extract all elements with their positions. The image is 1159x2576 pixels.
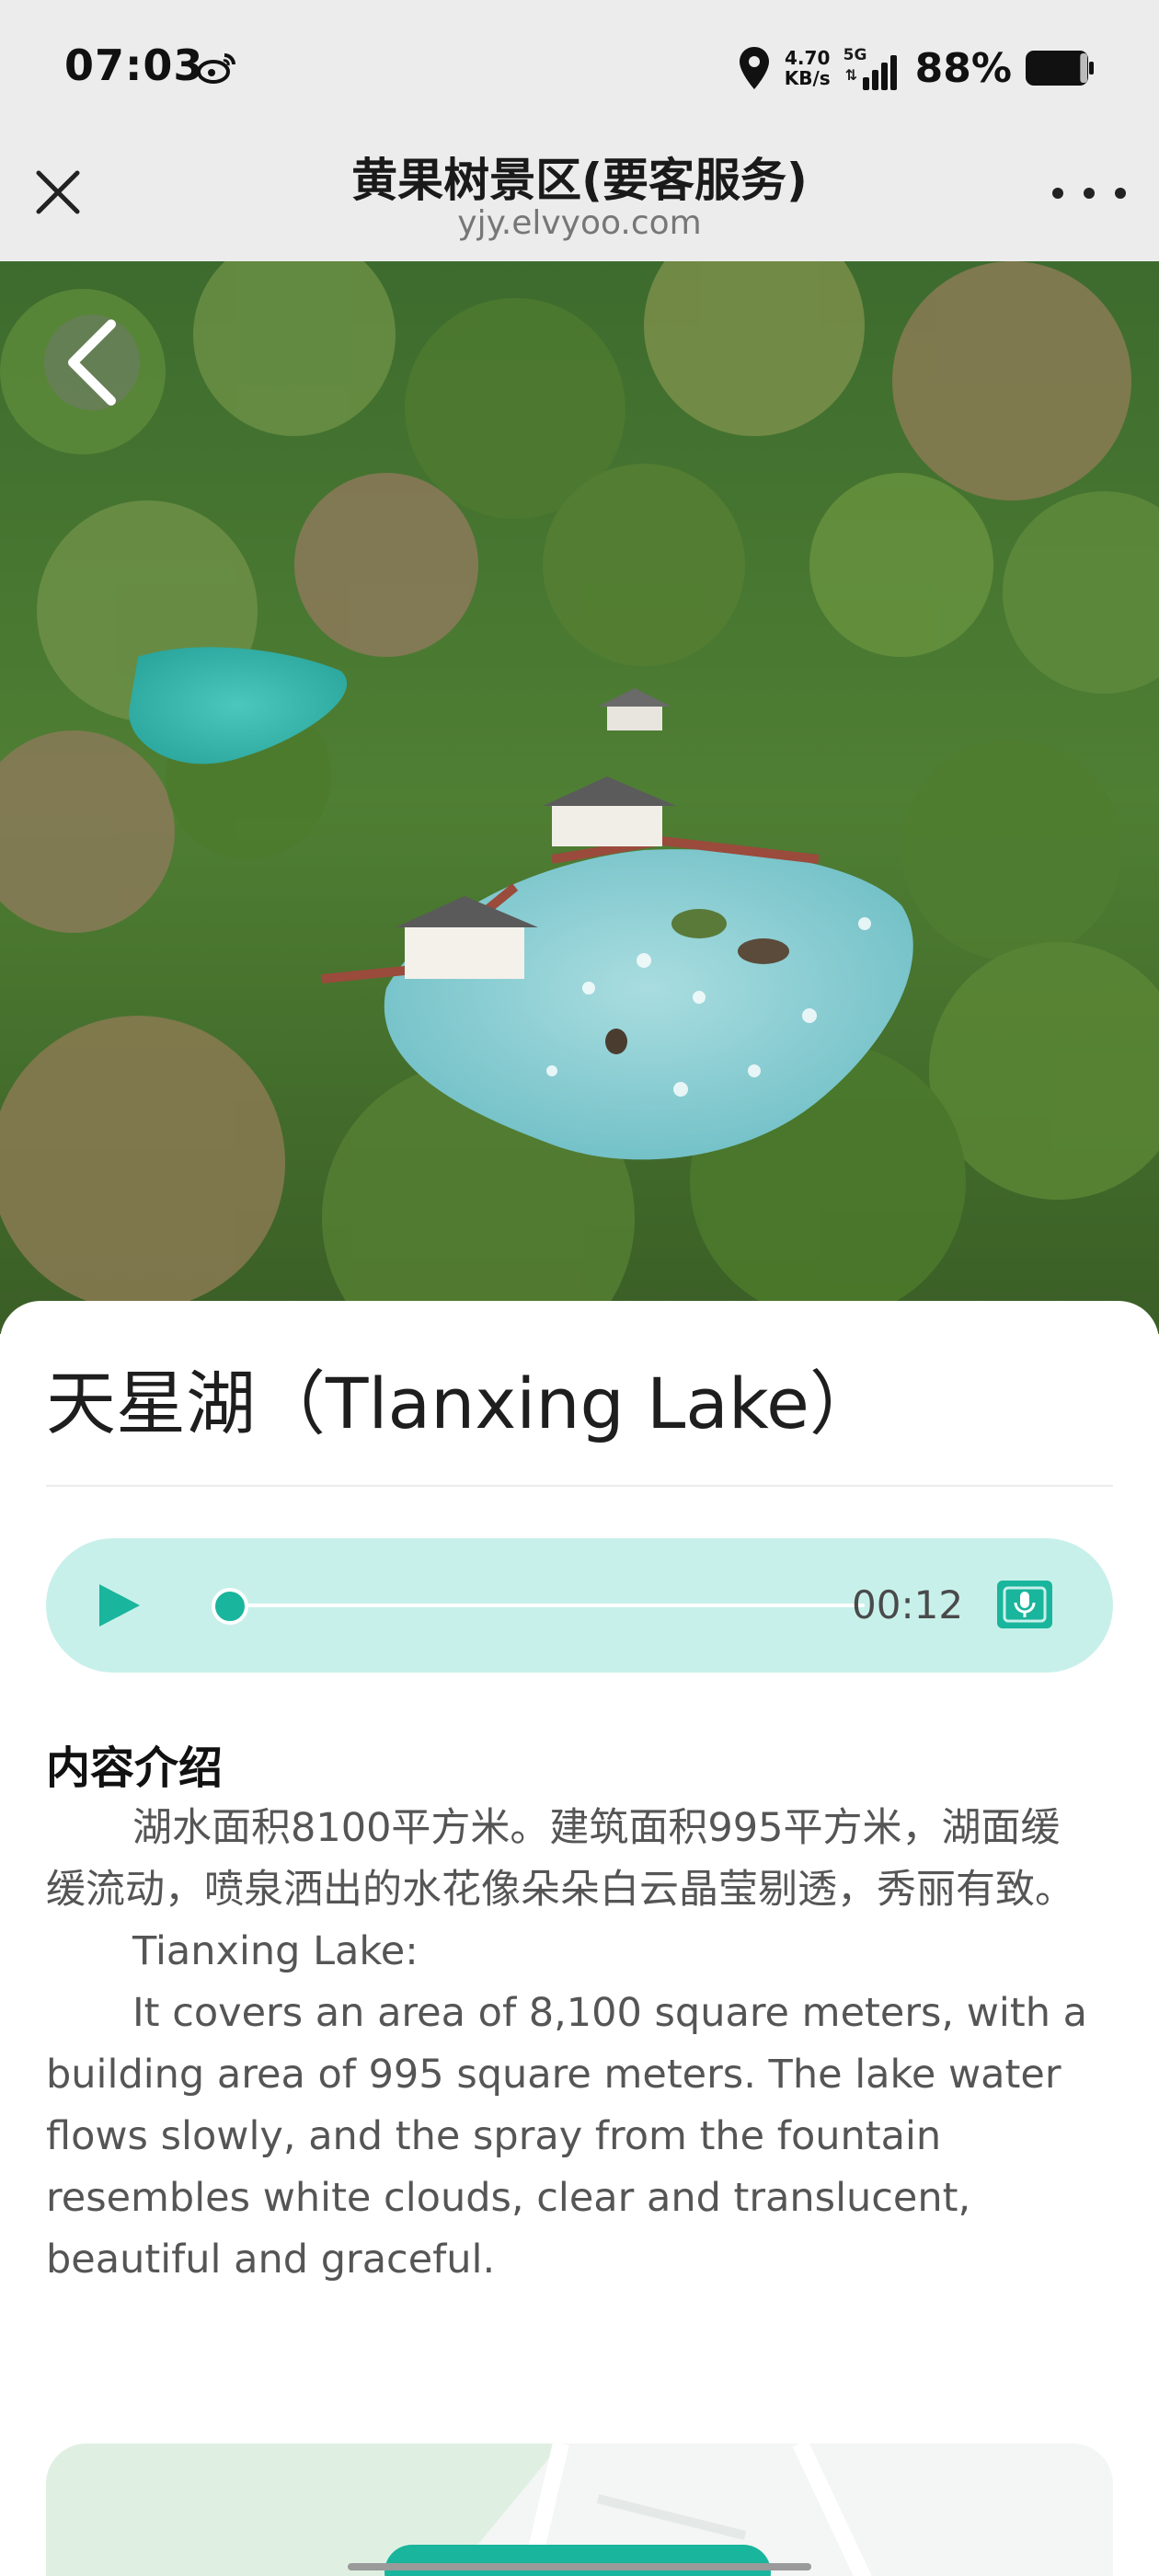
more-icon[interactable] [1052,175,1126,212]
browser-title-bar: 黄果树景区(要客服务) yjy.elvyoo.com [0,138,1159,261]
speed-unit: KB/s [784,67,831,89]
weibo-icon [197,53,235,84]
back-button[interactable] [44,315,140,410]
home-indicator[interactable] [348,2563,811,2570]
audio-progress-knob[interactable] [212,1588,248,1625]
location-icon [739,47,769,89]
intro-en-title: Tianxing Lake: [132,1928,419,1974]
battery-percent: 88% [914,44,1012,92]
network-type: 5G [843,46,867,64]
intro-paragraph-cn: 湖水面积8100平方米。建筑面积995平方米，湖面缓缓流动，喷泉洒出的水花像朵朵… [46,1805,1074,1913]
intro-paragraph-en: It covers an area of 8,100 square meters… [46,1990,1088,2283]
speed-value: 4.70 [785,47,831,69]
battery-icon [1026,51,1094,86]
status-indicators: 4.70 KB/s 5G ⇅ 88% [737,40,1095,96]
lake-aerial-photo [0,261,1159,1334]
page-url: yjy.elvyoo.com [457,204,702,242]
intro-text: 湖水面积8100平方米。建筑面积995平方米，湖面缓缓流动，喷泉洒出的水花像朵朵… [46,1798,1095,2291]
signal-icon: 5G ⇅ [843,46,902,90]
spot-title: 天星湖（Tlanxing Lake） [46,1363,879,1444]
divider [46,1485,1113,1487]
audio-guide-icon[interactable] [995,1579,1054,1630]
play-icon[interactable] [94,1581,143,1630]
hero-image [0,261,1159,1334]
chevron-left-icon [68,319,117,406]
network-speed: 4.70 KB/s [785,48,831,88]
data-arrows-icon: ⇅ [844,66,858,84]
page-title: 黄果树景区(要客服务) [351,154,808,207]
status-time: 07:03 [64,40,204,90]
audio-progress-track[interactable] [221,1604,865,1607]
status-bar: 07:03 4.70 KB/s 5G ⇅ 88% [0,0,1159,138]
map-action-button[interactable] [384,2545,771,2576]
section-heading: 内容介绍 [46,1742,224,1794]
content-sheet: 天星湖（Tlanxing Lake） 00:12 内容介绍 湖水面积8100平方… [0,1301,1159,2576]
audio-time: 00:12 [852,1582,964,1627]
audio-player: 00:12 [46,1538,1113,1673]
